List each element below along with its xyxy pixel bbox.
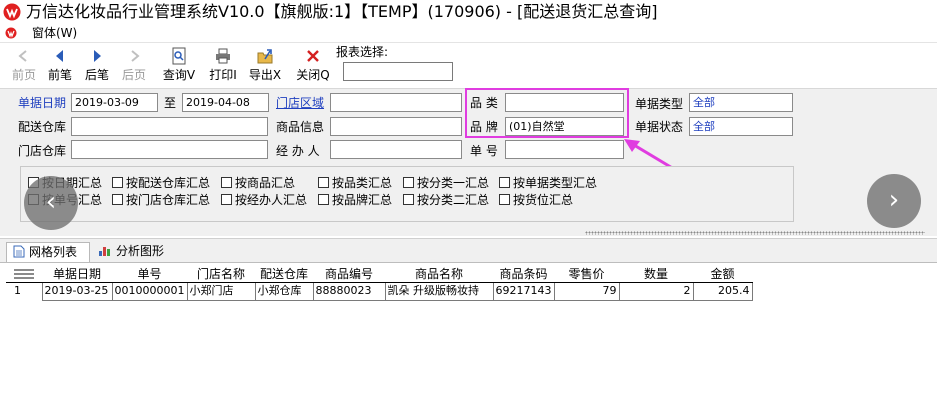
date-from-field[interactable]: 2019-03-09 <box>71 93 158 112</box>
column-header[interactable]: 金额 <box>693 266 752 283</box>
next-record-icon <box>94 50 101 62</box>
doc-type-label: 单据类型 <box>635 97 684 111</box>
nav-next-button[interactable]: › <box>867 174 921 228</box>
doc-status-label: 单据状态 <box>635 120 684 134</box>
option-by-handler[interactable]: 按经办人汇总 <box>221 193 307 207</box>
option-by-location[interactable]: 按货位汇总 <box>499 193 573 207</box>
cell-doc-no[interactable]: 0010000001 <box>111 281 188 301</box>
column-header[interactable]: 数量 <box>619 266 693 283</box>
column-header[interactable]: 商品条码 <box>493 266 554 283</box>
doc-no-field[interactable] <box>505 140 624 159</box>
cell-barcode[interactable]: 69217143 <box>492 281 555 301</box>
option-by-doc-type[interactable]: 按单据类型汇总 <box>499 176 597 190</box>
grid-corner-icon <box>14 269 34 279</box>
app-logo-icon <box>3 3 21 21</box>
handler-label: 经 办 人 <box>276 144 320 158</box>
handler-field[interactable] <box>330 140 462 159</box>
checkbox[interactable] <box>221 177 232 188</box>
export-button[interactable]: 导出Ⅹ <box>243 47 287 85</box>
document-icon <box>13 245 25 258</box>
option-by-store-warehouse[interactable]: 按门店仓库汇总 <box>112 193 210 207</box>
checkbox[interactable] <box>499 194 510 205</box>
menu-bar <box>0 24 937 42</box>
row-number: 1 <box>14 284 21 298</box>
cell-amount[interactable]: 205.4 <box>692 281 753 301</box>
last-page-icon <box>131 50 140 62</box>
checkbox[interactable] <box>112 177 123 188</box>
checkbox[interactable] <box>112 194 123 205</box>
chart-icon <box>99 247 110 256</box>
option-by-warehouse[interactable]: 按配送仓库汇总 <box>112 176 210 190</box>
column-header[interactable]: 单号 <box>112 266 187 283</box>
table-header-row: 单据日期 单号 门店名称 配送仓库 商品编号 商品名称 商品条码 零售价 数量 … <box>6 266 752 283</box>
cell-quantity[interactable]: 2 <box>618 281 694 301</box>
doc-no-label: 单 号 <box>470 144 498 158</box>
last-page-button[interactable]: 后页 <box>112 47 156 85</box>
column-header[interactable]: 商品名称 <box>385 266 493 283</box>
cell-product-code[interactable]: 88880023 <box>312 281 386 301</box>
cell-store-name[interactable]: 小郑门店 <box>186 281 256 301</box>
column-header[interactable]: 配送仓库 <box>255 266 313 283</box>
date-label: 单据日期 <box>18 96 67 110</box>
checkbox[interactable] <box>221 194 232 205</box>
column-header[interactable]: 商品编号 <box>313 266 385 283</box>
tab-grid-list[interactable]: 网格列表 <box>6 242 90 262</box>
warehouse-field[interactable] <box>71 117 268 136</box>
window-title: 万信达化妆品行业管理系统V10.0【旗舰版:1】【TEMP】(170906) -… <box>26 2 658 21</box>
chevron-right-icon: › <box>888 185 900 215</box>
nav-prev-button[interactable]: ‹ <box>24 176 78 230</box>
checkbox[interactable] <box>403 194 414 205</box>
checkbox[interactable] <box>403 177 414 188</box>
tab-analysis-chart[interactable]: 分析图形 <box>94 242 180 262</box>
cell-retail-price[interactable]: 79 <box>553 281 620 301</box>
option-by-brand[interactable]: 按品牌汇总 <box>318 193 392 207</box>
print-icon <box>216 48 230 64</box>
corner-cell <box>6 266 42 283</box>
form-menu-icon <box>5 27 17 39</box>
option-by-class-two[interactable]: 按分类二汇总 <box>403 193 489 207</box>
checkbox[interactable] <box>318 177 329 188</box>
cell-doc-date[interactable]: 2019-03-25 <box>41 281 113 301</box>
highlight-annotation <box>465 88 629 138</box>
option-by-category[interactable]: 按品类汇总 <box>318 176 392 190</box>
first-page-icon <box>18 50 27 62</box>
store-warehouse-field[interactable] <box>71 140 268 159</box>
column-header[interactable]: 门店名称 <box>187 266 255 283</box>
product-info-field[interactable] <box>330 117 462 136</box>
checkbox[interactable] <box>499 177 510 188</box>
query-icon <box>172 47 186 65</box>
date-to-label: 至 <box>164 96 177 110</box>
export-icon <box>257 49 273 64</box>
store-warehouse-label: 门店仓库 <box>18 144 67 158</box>
report-select-label: 报表选择: <box>336 45 389 59</box>
close-icon <box>307 50 319 62</box>
column-header[interactable]: 单据日期 <box>42 266 112 283</box>
query-button[interactable]: 查询Ⅴ <box>157 47 201 85</box>
data-table: 单据日期 单号 门店名称 配送仓库 商品编号 商品名称 商品条码 零售价 数量 … <box>6 266 753 301</box>
doc-status-select[interactable]: 全部 <box>689 117 793 136</box>
column-header[interactable]: 零售价 <box>554 266 619 283</box>
product-info-label: 商品信息 <box>276 120 325 134</box>
cell-product-name[interactable]: 凯朵 升级版畅妆持 <box>384 281 494 301</box>
checkbox[interactable] <box>318 194 329 205</box>
table-row[interactable]: 1 2019-03-25 0010000001 小郑门店 小郑仓库 888800… <box>6 281 753 301</box>
store-region-field[interactable] <box>330 93 462 112</box>
splitter-handle[interactable] <box>585 231 925 235</box>
menu-window[interactable]: 窗体(W) <box>32 25 77 41</box>
store-region-link[interactable]: 门店区域 <box>276 95 324 111</box>
chevron-left-icon: ‹ <box>45 187 57 217</box>
close-button[interactable]: 关闭Q <box>291 47 335 85</box>
option-by-product[interactable]: 按商品汇总 <box>221 176 295 190</box>
warehouse-label: 配送仓库 <box>18 120 67 134</box>
option-by-class-one[interactable]: 按分类一汇总 <box>403 176 489 190</box>
report-select-input[interactable] <box>343 62 453 81</box>
prev-record-icon <box>56 50 63 62</box>
cell-warehouse[interactable]: 小郑仓库 <box>254 281 314 301</box>
date-to-field[interactable]: 2019-04-08 <box>182 93 269 112</box>
print-button[interactable]: 打印Ⅰ <box>201 47 245 85</box>
doc-type-select[interactable]: 全部 <box>689 93 793 112</box>
